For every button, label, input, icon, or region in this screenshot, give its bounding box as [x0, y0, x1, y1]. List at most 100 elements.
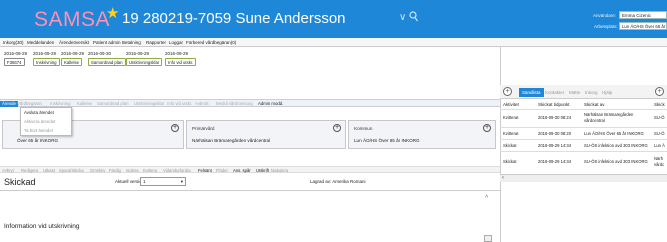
add-icon[interactable]: +: [483, 124, 491, 132]
scroll-up-icon[interactable]: ^: [485, 195, 488, 202]
card-title: Primärvård: [192, 126, 215, 131]
table-cell: 2016-09-30 08:24: [538, 115, 572, 120]
add-icon[interactable]: +: [333, 124, 341, 132]
action-edit[interactable]: Redigera: [21, 168, 38, 173]
timeline-discharge-info[interactable]: Info vid utskr.: [165, 58, 197, 66]
timeline-date: 2016-09-29: [33, 51, 57, 56]
action-done[interactable]: Färdig: [109, 168, 121, 173]
workplace-select[interactable]: Lun ÄO/HS Över 65 år INKORG: [619, 22, 667, 30]
tab-care-messages[interactable]: Meddi vård/omsorg: [216, 101, 253, 106]
saved-by: Lagrad av: Amerika Romani: [310, 179, 366, 184]
table-cell: Skickat: [503, 159, 517, 164]
action-forward[interactable]: Vidarebefordra: [163, 168, 191, 173]
add-icon[interactable]: +: [655, 87, 664, 96]
action-bar: Avbryt Redigera Utkast Spara/Skicka Omsk…: [0, 166, 500, 173]
card-value: Lun ÄO/HS Över 65 år INKORG: [354, 138, 420, 143]
tab-discharge-info[interactable]: Info vid utskr.: [167, 101, 192, 106]
action-void[interactable]: Makulera: [271, 168, 288, 173]
table-cell: Närh vårdc: [654, 156, 665, 167]
table-cell: SU-ÖS infektion avd 303 INKORG: [584, 143, 648, 148]
table-row[interactable]: Skickat 2016-09-29 14:34 SU-ÖS infektion…: [500, 139, 667, 151]
star-icon[interactable]: ★: [106, 4, 119, 22]
card-title: Kommun: [354, 126, 373, 131]
action-flow[interactable]: Flödet: [216, 168, 228, 173]
card-value: Över 65 år INKORG: [17, 138, 59, 143]
workplace-label: Arbetsplats:: [594, 24, 618, 29]
action-cancel[interactable]: Avbryt: [2, 168, 14, 173]
tab-admin[interactable]: Admin modd.: [258, 101, 283, 106]
patient-name: 19 280219-7059 Sune Andersson: [122, 10, 346, 27]
table-cell: Närhälsan Brämaregården vårdcentral: [584, 112, 634, 123]
timeline: 2016-09-29 2016-09-29 2016-09-29 2016-09…: [0, 47, 500, 95]
table-cell: Lun ÄO/HS Över 65 år INKORG: [584, 131, 644, 136]
menu-item-inbox[interactable]: Inkorg(30): [3, 40, 24, 45]
table-row[interactable]: Kvitterat 2016-09-30 08:20 Lun ÄO/HS Öve…: [500, 127, 667, 139]
tab-coordinated-plan[interactable]: Samordnad plan: [97, 101, 129, 106]
menu-item-logs[interactable]: Loggar: [169, 40, 183, 45]
action-send[interactable]: Spara/Skicka: [59, 168, 84, 173]
timeline-admission[interactable]: Inskrivning: [33, 58, 60, 66]
action-rewrite[interactable]: Omskriv: [90, 168, 105, 173]
tab-help[interactable]: Hjälp: [599, 88, 615, 97]
horizontal-scrollbar[interactable]: ‹: [500, 174, 667, 182]
action-print[interactable]: Utskrift: [256, 168, 269, 173]
user-select[interactable]: Emma Cizenic: [619, 11, 667, 19]
menu-item-prepare-request[interactable]: Förbered vårdbegäran(0): [186, 40, 236, 45]
table-row[interactable]: Kvitterat 2016-09-30 08:24 Närhälsan Brä…: [500, 109, 667, 127]
action-isolate[interactable]: Isolera: [126, 168, 139, 173]
table-row[interactable]: Skickat 2016-09-29 14:34 SU-ÖS infektion…: [500, 151, 667, 173]
menu-item-payment[interactable]: Betalning: [122, 40, 141, 45]
tab-care-request[interactable]: Vårdbegäran: [17, 101, 42, 106]
add-icon[interactable]: +: [503, 87, 512, 96]
timeline-case-id[interactable]: F35674: [4, 58, 25, 66]
case-dropdown-menu: Avsluta ärendet Aktivera ärendet Ta bort…: [20, 107, 72, 136]
timeline-date: 2016-09-30: [88, 51, 112, 56]
table-cell: SU-ÖS infektion avd 303 INKORG: [584, 159, 648, 164]
timeline-coordinated-plan[interactable]: Samordnad plan: [88, 58, 126, 66]
form-status-title: Skickad: [4, 177, 36, 187]
version-value: 1: [143, 179, 146, 184]
table-cell: SU-Ö: [654, 115, 665, 120]
menu-item-case-overview[interactable]: Ärendeöversikt: [59, 40, 89, 45]
tab-contacts[interactable]: Kontakter: [542, 88, 567, 97]
tab-inbox[interactable]: Inkorg: [582, 88, 601, 97]
timeline-date: 2016-09-29: [4, 51, 28, 56]
table-cell: Kvitterat: [503, 131, 519, 136]
tab-interruption[interactable]: Avbrott: [195, 101, 209, 106]
divider: [0, 190, 500, 191]
add-icon[interactable]: +: [171, 124, 179, 132]
section-tabs: Ärende Vårdbegäran Inskrivning Kallelse …: [0, 99, 500, 107]
action-draft[interactable]: Utkast: [43, 168, 55, 173]
scroll-left-icon[interactable]: ‹: [502, 175, 504, 181]
action-acknowledge[interactable]: Kvittera: [143, 168, 157, 173]
table-cell: 2016-09-29 14:34: [538, 143, 572, 148]
timeline-date: 2016-09-29: [165, 51, 189, 56]
menu-item-activate-case[interactable]: Aktivera ärendet: [24, 119, 55, 124]
tab-case[interactable]: Ärende: [0, 101, 18, 107]
tab-measurements[interactable]: Mätte: [566, 88, 583, 97]
table-cell: Skickat: [503, 143, 517, 148]
menu-item-reports[interactable]: Rapporter: [146, 40, 166, 45]
action-track[interactable]: Ans. spår: [233, 168, 251, 173]
action-missent[interactable]: Felsänt: [198, 168, 212, 173]
scrollbar[interactable]: [484, 235, 492, 242]
tab-discharge-ready[interactable]: Utskrivningsklar: [134, 101, 164, 106]
menu-item-messages[interactable]: Meddelanden: [27, 40, 54, 45]
table-cell: SU-Ö: [654, 131, 665, 136]
tab-send-list[interactable]: Sändlista: [519, 88, 544, 97]
card-primary-care: Primärvård Närhälsan Brämaregården vårdc…: [186, 120, 346, 149]
tab-admission[interactable]: Inskrivning: [50, 101, 71, 106]
app-logo[interactable]: SAMSA: [34, 8, 110, 32]
main-menu: Inkorg(30) Meddelanden Ärendeöversikt Pa…: [0, 38, 667, 47]
menu-item-patient-admin[interactable]: Patient admin: [93, 40, 121, 45]
timeline-date: 2016-09-29: [61, 51, 85, 56]
tab-summons[interactable]: Kallelse: [77, 101, 92, 106]
chevron-down-icon[interactable]: ∨: [399, 12, 406, 23]
menu-item-delete-case[interactable]: Ta bort ärendet: [24, 128, 53, 133]
version-select[interactable]: 1 ▾: [140, 177, 186, 186]
search-icon[interactable]: [409, 11, 418, 22]
timeline-summons[interactable]: Kallelse: [61, 58, 83, 66]
menu-item-close-case[interactable]: Avsluta ärendet: [24, 110, 54, 115]
section-heading: Information vid utskrivning: [4, 223, 80, 230]
timeline-discharge-ready[interactable]: Utskrivningsklar: [126, 58, 163, 66]
